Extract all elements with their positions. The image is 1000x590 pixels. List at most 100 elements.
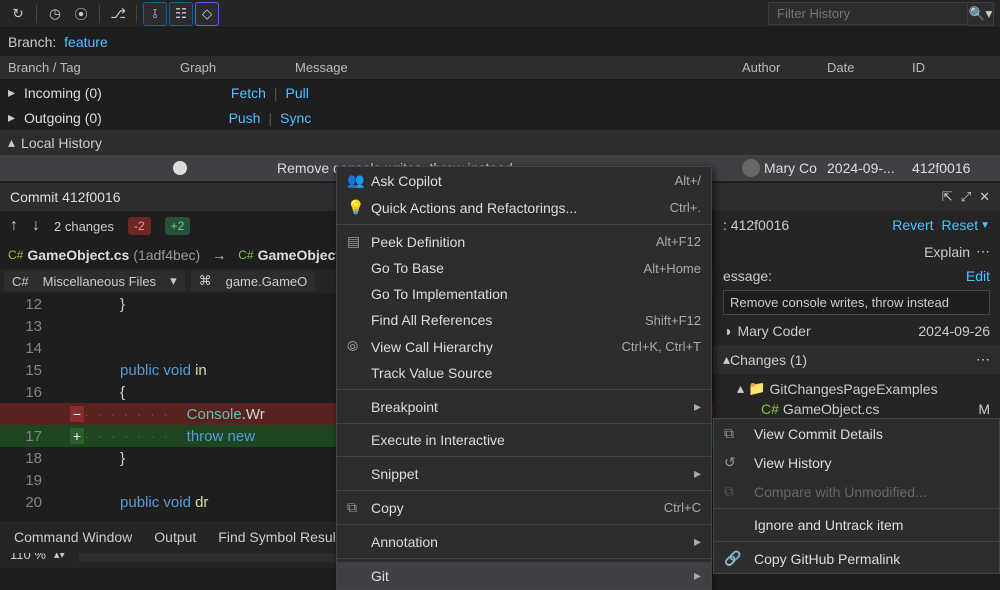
explain-row: Explain ⋯	[713, 239, 1000, 264]
col-date[interactable]: Date	[827, 60, 912, 75]
revert-link[interactable]: Revert	[892, 217, 933, 233]
menu-copy-permalink[interactable]: 🔗Copy GitHub Permalink	[714, 544, 999, 573]
chevron-right-icon: ▸	[694, 465, 701, 482]
rp-commit-row: : 412f0016 Revert Reset▼	[713, 211, 1000, 239]
chevron-right-icon: ▸	[694, 398, 701, 415]
filter-history-input[interactable]	[768, 2, 968, 25]
incoming-label: Incoming (0)	[24, 85, 102, 101]
fetch-link[interactable]: Fetch	[231, 85, 266, 101]
deletions-badge: -2	[128, 217, 151, 235]
search-icon[interactable]: 🔍▾	[968, 2, 994, 26]
menu-annotation[interactable]: Annotation▸	[337, 528, 711, 555]
expand-icon[interactable]: ▸	[8, 109, 18, 126]
tree-view-icon[interactable]: ☷	[169, 2, 193, 26]
file-name: GameObject.cs	[27, 247, 129, 263]
push-link[interactable]: Push	[229, 110, 261, 126]
changes-header[interactable]: ▴ Changes (1) ⋯	[713, 345, 1000, 374]
menu-view-call-hierarchy[interactable]: ⦾View Call HierarchyCtrl+K, Ctrl+T	[337, 333, 711, 360]
menu-snippet[interactable]: Snippet▸	[337, 460, 711, 487]
menu-ask-copilot[interactable]: 👥Ask CopilotAlt+/	[337, 167, 711, 194]
csharp-icon: C#	[761, 401, 779, 417]
menu-execute-interactive[interactable]: Execute in Interactive	[337, 427, 711, 453]
history-icon[interactable]: ◷	[43, 2, 67, 26]
edit-link[interactable]: Edit	[966, 268, 990, 284]
commit-author: Mary Co	[742, 159, 827, 177]
menu-ignore-untrack[interactable]: Ignore and Untrack item	[714, 511, 999, 539]
chevron-right-icon: ▸	[694, 533, 701, 550]
menu-peek-definition[interactable]: ▤Peek DefinitionAlt+F12	[337, 228, 711, 255]
menu-git[interactable]: Git▸	[337, 562, 711, 589]
tag-icon[interactable]: ◇	[195, 2, 219, 26]
minimize-icon[interactable]: ⇱	[942, 189, 953, 205]
col-id[interactable]: ID	[912, 60, 992, 75]
close-icon[interactable]: ✕	[979, 189, 990, 205]
expand-icon[interactable]: ▸	[8, 84, 18, 101]
incoming-row[interactable]: ▸ Incoming (0) Fetch | Pull	[0, 80, 1000, 105]
author-name: Mary Coder	[737, 323, 810, 339]
divider	[99, 5, 100, 23]
sync-link[interactable]: Sync	[280, 110, 311, 126]
tab-find-symbol[interactable]: Find Symbol Results	[208, 525, 356, 549]
folder-row[interactable]: ▴📁GitChangesPageExamples	[723, 378, 990, 399]
col-graph[interactable]: Graph	[180, 60, 295, 75]
tab-output[interactable]: Output	[144, 525, 206, 549]
prev-change-icon[interactable]: ↑	[10, 217, 18, 235]
col-branch[interactable]: Branch / Tag	[8, 60, 180, 75]
local-history-label: Local History	[21, 135, 102, 151]
file-name: GameObject.	[258, 247, 344, 263]
menu-find-references[interactable]: Find All ReferencesShift+F12	[337, 307, 711, 333]
branch-value[interactable]: feature	[64, 34, 108, 50]
explain-button[interactable]: Explain	[924, 244, 970, 260]
refresh-icon[interactable]: ↻	[6, 2, 30, 26]
symbol-dropdown[interactable]: ⌘game.GameO	[191, 271, 316, 291]
collapse-icon[interactable]: ▴	[737, 380, 744, 397]
file-hash: (1adf4bec)	[133, 247, 200, 263]
local-history-row[interactable]: ▴ Local History	[0, 130, 1000, 155]
commit-dot-icon	[173, 161, 187, 175]
divider	[36, 5, 37, 23]
diff-del-marker: −	[70, 406, 84, 422]
file-tree: ▴📁GitChangesPageExamples C#GameObject.cs…	[713, 374, 1000, 423]
arrow-right-icon: →	[212, 247, 226, 263]
menu-goto-base[interactable]: Go To BaseAlt+Home	[337, 255, 711, 281]
more-icon[interactable]: ⋯	[976, 351, 990, 368]
pull-link[interactable]: Pull	[286, 85, 309, 101]
csharp-icon: C#	[238, 248, 253, 262]
tab-command-window[interactable]: Command Window	[4, 525, 142, 549]
menu-breakpoint[interactable]: Breakpoint▸	[337, 393, 711, 420]
file-tab-right[interactable]: C# GameObject.	[232, 245, 350, 265]
diff-add-marker: +	[70, 428, 84, 444]
reset-link[interactable]: Reset	[942, 217, 979, 233]
file-tab-left[interactable]: C# GameObject.cs (1adf4bec)	[2, 245, 206, 265]
collapse-icon[interactable]: ▴	[723, 351, 730, 368]
project-dropdown[interactable]: C#Miscellaneous Files▾	[4, 271, 185, 291]
additions-badge: +2	[165, 217, 191, 235]
menu-view-history[interactable]: ↺View History	[714, 448, 999, 477]
message-input[interactable]: Remove console writes, throw instead	[723, 290, 990, 315]
branch-row: Branch: feature	[0, 28, 1000, 56]
more-icon[interactable]: ⋯	[976, 243, 990, 260]
file-row[interactable]: C#GameObject.csM	[723, 399, 990, 419]
menu-goto-implementation[interactable]: Go To Implementation	[337, 281, 711, 307]
menu-track-value[interactable]: Track Value Source	[337, 360, 711, 386]
maximize-icon[interactable]: ⤢	[961, 189, 971, 205]
checkmark-icon[interactable]: ⦿	[69, 2, 93, 26]
next-change-icon[interactable]: ↓	[32, 217, 40, 235]
col-author[interactable]: Author	[742, 60, 827, 75]
branch-icon[interactable]: ⎇	[106, 2, 130, 26]
chevron-down-icon[interactable]: ▼	[980, 220, 990, 231]
changes-count: 2 changes	[54, 219, 114, 234]
menu-quick-actions[interactable]: 💡Quick Actions and Refactorings...Ctrl+.	[337, 194, 711, 221]
collapse-icon[interactable]: ▴	[8, 134, 15, 151]
col-message[interactable]: Message	[295, 60, 742, 75]
changes-label: Changes (1)	[730, 352, 807, 368]
folder-icon: 📁	[748, 380, 765, 397]
menu-view-commit-details[interactable]: ⧉View Commit Details	[714, 419, 999, 448]
commit-id: 412f0016	[912, 160, 992, 176]
outgoing-row[interactable]: ▸ Outgoing (0) Push | Sync	[0, 105, 1000, 130]
graph-view-icon[interactable]: ⫱	[143, 2, 167, 26]
toolbar-right: 🔍▾	[768, 2, 994, 26]
menu-copy[interactable]: ⧉CopyCtrl+C	[337, 494, 711, 521]
lightbulb-icon: 💡	[347, 199, 371, 216]
message-label: essage:	[723, 268, 772, 284]
